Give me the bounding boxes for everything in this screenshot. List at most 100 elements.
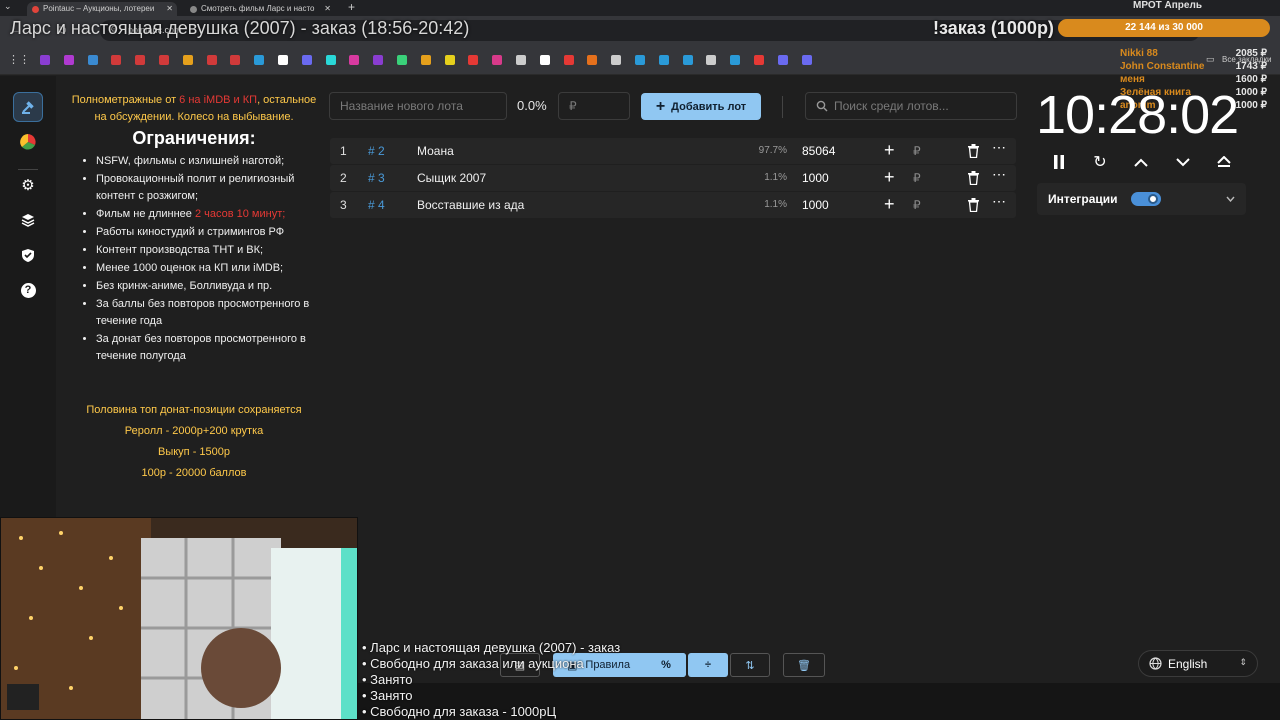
add-amount-icon[interactable]: +: [884, 194, 895, 215]
lot-code-link[interactable]: # 2: [368, 144, 385, 158]
lot-amount[interactable]: 85064: [802, 144, 835, 158]
bookmark-icon[interactable]: [397, 55, 407, 65]
bookmark-icon[interactable]: [301, 55, 312, 65]
sidebar-item-wheel[interactable]: [13, 127, 43, 157]
lot-row[interactable]: 2 # 3 Сыщик 2007 1.1% 1000 + ₽ ⋯: [330, 165, 1016, 191]
bookmark-icon[interactable]: [63, 55, 74, 65]
add-amount-icon[interactable]: +: [884, 167, 895, 188]
clear-lots-button[interactable]: 🗑: [783, 653, 825, 677]
more-options-icon[interactable]: ⋯: [992, 193, 1006, 210]
bookmark-icon[interactable]: [325, 55, 336, 65]
bookmark-icon[interactable]: [111, 55, 122, 65]
bookmark-icon[interactable]: [587, 55, 598, 65]
bookmark-icon[interactable]: [516, 55, 526, 65]
bookmark-icon[interactable]: [40, 55, 50, 65]
lot-row[interactable]: 3 # 4 Восставшие из ада 1.1% 1000 + ₽ ⋯: [330, 192, 1016, 218]
sidebar-item-auction[interactable]: [13, 92, 43, 122]
lot-code-link[interactable]: # 3: [368, 171, 385, 185]
bookmark-icon[interactable]: [373, 55, 384, 65]
bookmark-icon[interactable]: [682, 55, 693, 65]
more-options-icon[interactable]: ⋯: [992, 166, 1006, 183]
apps-grid-icon[interactable]: ⋮⋮: [8, 53, 30, 66]
bookmark-icon[interactable]: [492, 55, 503, 65]
bookmark-icon[interactable]: [635, 55, 645, 65]
bookmark-icon[interactable]: [706, 55, 717, 65]
lot-name[interactable]: Сыщик 2007: [417, 171, 486, 185]
bookmark-icon[interactable]: [278, 55, 288, 65]
bookmark-icon[interactable]: [658, 55, 669, 65]
tab-menu-chevron-icon[interactable]: ⌄: [4, 1, 12, 12]
integrations-toggle[interactable]: [1131, 192, 1161, 206]
sidebar-item-help[interactable]: ?: [13, 275, 43, 305]
restriction-item: За баллы без повторов просмотренного в т…: [96, 296, 318, 330]
sort-button[interactable]: ⇅: [730, 653, 770, 677]
bookmark-icon[interactable]: [420, 55, 431, 65]
bookmark-icon[interactable]: [468, 55, 479, 65]
language-select[interactable]: English ⇕: [1138, 650, 1258, 677]
search-lots-input[interactable]: Поиск среди лотов...: [805, 92, 1017, 120]
more-options-icon[interactable]: ⋯: [992, 139, 1006, 156]
bookmark-icon[interactable]: [159, 55, 169, 65]
bookmark-icon[interactable]: [349, 55, 360, 65]
trash-icon[interactable]: [967, 144, 980, 158]
bookmark-icon[interactable]: [539, 55, 550, 65]
integrations-label: Интеграции: [1048, 192, 1118, 206]
bookmark-icon[interactable]: [563, 55, 574, 65]
add-amount-icon[interactable]: +: [884, 140, 895, 161]
add-lot-button[interactable]: + Добавить лот: [641, 93, 761, 120]
bookmark-icon[interactable]: [444, 55, 455, 65]
bookmark-icon[interactable]: [87, 55, 98, 65]
pause-button[interactable]: [1047, 150, 1071, 174]
bookmarks-bar: ⋮⋮ ▭ Все закладки: [0, 45, 1280, 75]
divide-button[interactable]: ÷: [688, 653, 728, 677]
new-lot-amount-input[interactable]: ₽: [558, 92, 630, 120]
lot-row[interactable]: 1 # 2 Моана 97.7% 85064 + ₽ ⋯: [330, 138, 1016, 164]
bookmark-icon[interactable]: [801, 55, 812, 65]
trash-icon[interactable]: [967, 171, 980, 185]
bookmark-icon[interactable]: [206, 55, 217, 65]
bookmark-icon[interactable]: [611, 55, 622, 65]
lot-amount[interactable]: 1000: [802, 171, 829, 185]
rules-intro: Полнометражные от 6 на iMDB и КП, осталь…: [70, 92, 318, 126]
bookmark-icon[interactable]: [777, 55, 788, 65]
order-queue-list: • Ларс и настоящая девушка (2007) - зака…: [362, 640, 620, 720]
reset-timer-button[interactable]: ↻: [1088, 150, 1112, 174]
order-title: !заказ (1000р): [933, 18, 1054, 38]
integrations-panel[interactable]: Интеграции: [1037, 183, 1246, 215]
lot-name[interactable]: Восставшие из ада: [417, 198, 524, 212]
currency-icon: ₽: [913, 144, 921, 158]
bookmark-icon[interactable]: [754, 55, 764, 65]
chevron-down-icon[interactable]: [1226, 196, 1235, 202]
pointauc-favicon-icon: [32, 6, 39, 13]
bookmark-icon[interactable]: [230, 55, 241, 65]
add-time-button[interactable]: [1129, 150, 1153, 174]
tab-film[interactable]: Смотреть фильм Ларс и насто ✕: [185, 2, 335, 16]
close-tab-icon[interactable]: ✕: [324, 2, 331, 16]
sidebar-item-security[interactable]: [13, 240, 43, 270]
double-time-button[interactable]: [1212, 150, 1236, 174]
sort-icon: ⇅: [745, 659, 755, 672]
subtract-time-button[interactable]: [1171, 150, 1195, 174]
lot-name[interactable]: Моана: [417, 144, 454, 158]
bookmark-icon[interactable]: [182, 55, 193, 65]
lot-percent: 1.1%: [764, 199, 787, 210]
sidebar-item-layers[interactable]: [13, 205, 43, 235]
bookmark-icon[interactable]: [254, 55, 265, 65]
currency-icon: ₽: [913, 198, 921, 212]
lot-percent: 97.7%: [758, 145, 787, 156]
new-lot-placeholder: Название нового лота: [340, 99, 463, 113]
lot-code-link[interactable]: # 4: [368, 198, 385, 212]
bookmark-icon[interactable]: [135, 55, 146, 65]
close-tab-icon[interactable]: ✕: [166, 2, 173, 16]
percent-button[interactable]: %: [646, 653, 686, 677]
new-tab-button[interactable]: +: [348, 0, 355, 14]
tab-pointauc[interactable]: Pointauc – Аукционы, лотереи ✕: [27, 2, 177, 16]
new-lot-name-input[interactable]: Название нового лота: [329, 92, 507, 120]
trash-icon[interactable]: [967, 198, 980, 212]
restriction-item: Фильм не длиннее 2 часов 10 минут;: [96, 206, 318, 223]
gear-icon: ⚙: [21, 177, 35, 194]
sidebar-item-settings[interactable]: ⚙: [13, 170, 43, 200]
bookmark-icon[interactable]: [730, 55, 741, 65]
donor-amount: 2085 ₽: [1235, 48, 1267, 59]
lot-amount[interactable]: 1000: [802, 198, 829, 212]
